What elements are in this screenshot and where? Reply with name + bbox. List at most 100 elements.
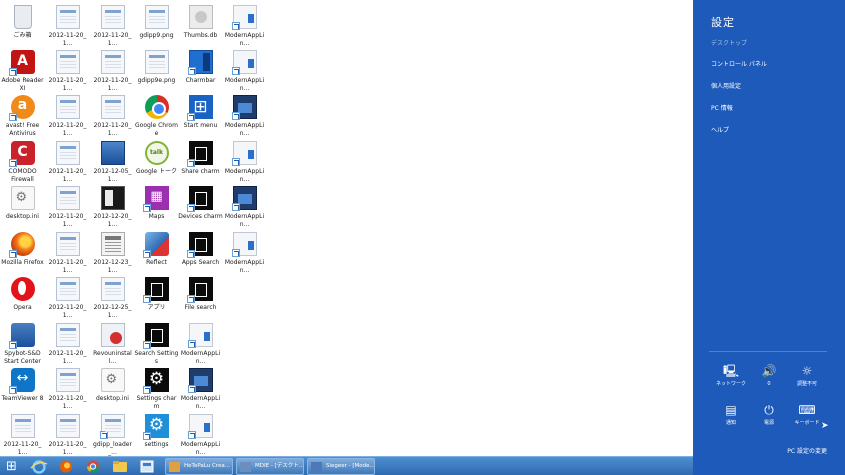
desktop-icon-file[interactable]: 2012-11-20_1... [45,186,90,228]
desktop-icon-apps[interactable]: アプリ [134,277,179,312]
desktop-icon-file[interactable]: 2012-12-23_1... [90,232,135,274]
shortcut-arrow-icon [231,22,240,30]
desktop-icon-file[interactable]: 2012-11-20_1... [90,50,135,92]
brightness-button[interactable]: ☼ 調整不可 [789,364,825,388]
shortcut-arrow-icon [231,203,240,211]
shortcut-arrow-icon [142,341,151,349]
desktop-icon-modern-app-link[interactable]: ModernAppLin... [222,50,267,92]
shortcut-arrow-icon [187,67,196,75]
desktop-icon-file[interactable]: 2012-11-20_1... [45,95,90,137]
desktop-icon-adobe-reader[interactable]: Adobe Reader XI [0,50,45,92]
settings-charm-panel: 設定 デスクトップ コントロール パネル 個人用設定 PC 情報 ヘルプ 🖳 ネ… [693,0,845,475]
desktop-icon-gdipp9e[interactable]: gdipp9e.png [134,50,179,85]
desktop-icon-apps-search[interactable]: Apps Search [178,232,223,267]
desktop-icon-start-menu[interactable]: Start menu [178,95,223,130]
firefox-icon[interactable] [55,459,77,474]
desktop-icon-file-search[interactable]: File search [178,277,223,312]
volume-button[interactable]: 🔊 0 [751,364,787,388]
desktop-icon-comodo[interactable]: COMODO Firewall [0,141,45,183]
desktop-icon-file[interactable]: 2012-12-20_1... [90,186,135,228]
link-pc-info[interactable]: PC 情報 [711,103,733,112]
app-icon[interactable] [136,459,158,474]
desktop-icon-file[interactable]: 2012-11-20_1... [45,50,90,92]
desktop-icon-file[interactable]: 2012-11-20_1... [45,5,90,47]
taskbar-window-button[interactable]: MDIE - [デスクト... [236,458,304,475]
gdipp-loader-shortcut-icon [99,414,125,439]
taskbar-window-button[interactable]: HeTePaLu Crea... [165,458,233,475]
screenshot-file-icon [55,368,80,392]
link-help[interactable]: ヘルプ [711,125,729,134]
desktop-icon-maps[interactable]: Maps [134,186,179,221]
shortcut-arrow-icon [8,250,17,258]
link-personalization[interactable]: 個人用設定 [711,81,741,90]
desktop-icon-file[interactable]: 2012-11-20_1... [45,232,90,274]
reflect-icon [142,232,169,258]
desktop-icon-file[interactable]: 2012-11-20_1... [45,141,90,183]
shortcut-arrow-icon [186,159,195,167]
internet-explorer-icon[interactable] [28,459,50,474]
notifications-button[interactable]: ▤ 通知 [713,403,749,427]
desktop-icon-share-charm[interactable]: Share charm [178,141,223,176]
shortcut-arrow-icon [186,113,195,121]
desktop-icon-opera[interactable]: Opera [0,277,45,312]
explorer-icon[interactable] [109,459,131,474]
desktop-icon-thumbs-db[interactable]: Thumbs.db [178,5,223,40]
screenshot-file-icon [100,95,125,119]
desktop-icon-file[interactable]: 2012-11-20_1... [90,5,135,47]
shortcut-arrow-icon [142,295,151,303]
desktop-icon-file[interactable]: 2012-11-20_1... [45,414,90,456]
desktop-icon-settings[interactable]: settings [134,414,179,449]
desktop-icon-file[interactable]: 2012-11-20_1... [90,95,135,137]
desktop-icon-file[interactable]: 2012-11-20_1... [45,323,90,365]
desktop-icon-modern-app-link[interactable]: ModernAppLin... [222,95,267,137]
modern-app-link-icon [231,50,257,75]
desktop-icon-modern-app-link[interactable]: ModernAppLin... [178,368,223,410]
desktop-icon-file[interactable]: 2012-12-05_1... [90,141,135,183]
screenshot-file-icon [100,277,125,301]
desktop-icon-file[interactable]: 2012-11-20_1... [0,414,45,456]
desktop-icon-modern-app-link[interactable]: ModernAppLin... [222,5,267,47]
desktop-icon-reflect[interactable]: Reflect [134,232,179,267]
power-icon: ⏻ [764,403,774,417]
chrome-icon[interactable] [82,459,104,474]
desktop-icon-modern-app-link[interactable]: ModernAppLin... [178,414,223,456]
shortcut-arrow-icon [142,386,151,394]
desktop-icon-modern-app-link[interactable]: ModernAppLin... [222,186,267,228]
desktop-icon-file[interactable]: 2012-11-20_1... [45,277,90,319]
dark-file-icon [100,186,125,210]
desktop-icon-devices-charm[interactable]: Devices charm [178,186,223,221]
network-button[interactable]: 🖳 ネットワーク [713,364,749,388]
desktop-icon-modern-app-link[interactable]: ModernAppLin... [178,323,223,365]
desktop-icon-file[interactable]: 2012-12-25_1... [90,277,135,319]
desktop-icon-search-settings[interactable]: Search Settings [134,323,179,365]
desktop-icon-desktop-ini[interactable]: desktop.ini [90,368,135,403]
desktop-icon-desktop-ini[interactable]: desktop.ini [0,186,45,221]
desktop-icon-modern-app-link[interactable]: ModernAppLin... [222,232,267,274]
shortcut-arrow-icon [231,67,240,75]
shortcut-arrow-icon [186,295,195,303]
taskbar: HeTePaLu Crea... MDIE - [デスクト... Siegeer… [0,456,693,475]
revo-uninstaller-icon [100,323,125,347]
keyboard-button[interactable]: ⌨ キーボード [789,403,825,427]
desktop-icon-google-talk[interactable]: Google トーク [134,141,179,176]
desktop-icon-modern-app-link[interactable]: ModernAppLin... [222,141,267,183]
desktop-icon-spybot[interactable]: Spybot-S&D Start Center [0,323,45,365]
desktop-icon-settings-charm[interactable]: Settings charm [134,368,179,410]
desktop-icon-mozilla-firefox[interactable]: Mozilla Firefox [0,232,45,267]
start-button[interactable] [3,459,25,474]
desktop-icon-charmbar[interactable]: Charmbar [178,50,223,85]
power-button[interactable]: ⏻ 電源 [751,403,787,427]
shortcut-arrow-icon [8,68,17,76]
desktop-icon-teamviewer[interactable]: TeamViewer 8 [0,368,45,403]
desktop-icon-avast[interactable]: avast! Free Antivirus [0,95,45,137]
desktop-icon-gdipp9[interactable]: gdipp9.png [134,5,179,40]
desktop-icon-revo-uninstaller[interactable]: Revouninstall... [90,323,135,365]
change-pc-settings-link[interactable]: PC 設定の変更 [787,446,827,455]
desktop-icon-recycle-bin[interactable]: ごみ箱 [0,5,45,40]
shortcut-arrow-icon [142,250,151,258]
desktop-icon-file[interactable]: 2012-11-20_1... [45,368,90,410]
desktop-icon-google-chrome[interactable]: Google Chrome [134,95,179,137]
taskbar-window-button[interactable]: Siegeer - [Mode... [307,458,375,475]
link-control-panel[interactable]: コントロール パネル [711,59,767,68]
shortcut-arrow-icon [142,204,151,212]
